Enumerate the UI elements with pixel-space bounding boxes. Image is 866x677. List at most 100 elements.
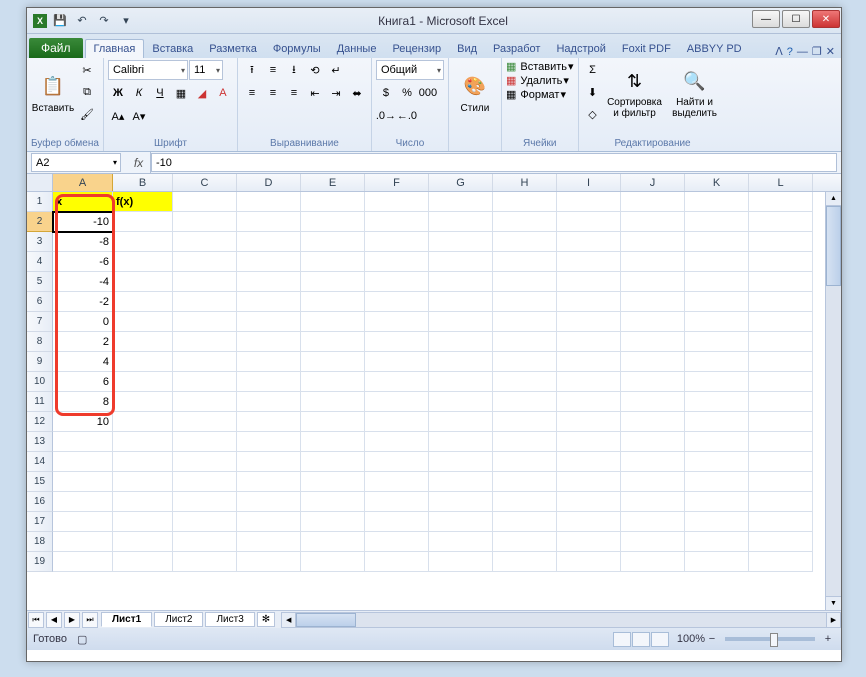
doc-close-icon[interactable]: ✕ — [826, 45, 835, 58]
cell-E6[interactable] — [301, 292, 365, 312]
cell-F4[interactable] — [365, 252, 429, 272]
cell-B14[interactable] — [113, 452, 173, 472]
scroll-left-icon[interactable]: ◀ — [282, 613, 296, 627]
row-header-15[interactable]: 15 — [27, 472, 53, 492]
cell-D9[interactable] — [237, 352, 301, 372]
cell-E7[interactable] — [301, 312, 365, 332]
cell-A15[interactable] — [53, 472, 113, 492]
cell-E15[interactable] — [301, 472, 365, 492]
cell-G5[interactable] — [429, 272, 493, 292]
cell-L17[interactable] — [749, 512, 813, 532]
cell-J14[interactable] — [621, 452, 685, 472]
cell-B18[interactable] — [113, 532, 173, 552]
align-bottom-icon[interactable]: ⭳ — [284, 60, 304, 80]
cell-L9[interactable] — [749, 352, 813, 372]
borders-icon[interactable]: ▦ — [171, 83, 191, 103]
row-header-14[interactable]: 14 — [27, 452, 53, 472]
cell-K2[interactable] — [685, 212, 749, 232]
cell-B13[interactable] — [113, 432, 173, 452]
cell-B9[interactable] — [113, 352, 173, 372]
cell-E16[interactable] — [301, 492, 365, 512]
cell-A16[interactable] — [53, 492, 113, 512]
fx-icon[interactable]: fx — [127, 152, 151, 173]
tab-layout[interactable]: Разметка — [201, 40, 265, 58]
column-header-G[interactable]: G — [429, 174, 493, 191]
cell-C4[interactable] — [173, 252, 237, 272]
cell-G8[interactable] — [429, 332, 493, 352]
cell-L10[interactable] — [749, 372, 813, 392]
cell-E10[interactable] — [301, 372, 365, 392]
cell-A17[interactable] — [53, 512, 113, 532]
cell-A4[interactable]: -6 — [53, 252, 113, 272]
cell-E17[interactable] — [301, 512, 365, 532]
fill-icon[interactable]: ⬇ — [583, 82, 603, 102]
cell-C7[interactable] — [173, 312, 237, 332]
font-size-combo[interactable]: 11 — [189, 60, 223, 80]
cell-J17[interactable] — [621, 512, 685, 532]
cell-E13[interactable] — [301, 432, 365, 452]
cell-A10[interactable]: 6 — [53, 372, 113, 392]
cell-J2[interactable] — [621, 212, 685, 232]
fill-color-icon[interactable]: ◢ — [192, 83, 212, 103]
cell-A19[interactable] — [53, 552, 113, 572]
cell-I13[interactable] — [557, 432, 621, 452]
cell-L7[interactable] — [749, 312, 813, 332]
cell-D18[interactable] — [237, 532, 301, 552]
doc-minimize-icon[interactable]: — — [797, 46, 808, 58]
cell-D10[interactable] — [237, 372, 301, 392]
comma-icon[interactable]: 000 — [418, 83, 438, 103]
cell-H4[interactable] — [493, 252, 557, 272]
cell-A9[interactable]: 4 — [53, 352, 113, 372]
help-icon[interactable]: ? — [787, 46, 793, 58]
cell-K12[interactable] — [685, 412, 749, 432]
row-header-10[interactable]: 10 — [27, 372, 53, 392]
sheet-tab-1[interactable]: Лист1 — [101, 612, 152, 627]
align-center-icon[interactable]: ≡ — [263, 83, 283, 103]
cell-B7[interactable] — [113, 312, 173, 332]
cell-B16[interactable] — [113, 492, 173, 512]
delete-cells-button[interactable]: ▦Удалить ▾ — [506, 74, 574, 87]
number-format-combo[interactable]: Общий — [376, 60, 444, 80]
cell-D1[interactable] — [237, 192, 301, 212]
cell-H19[interactable] — [493, 552, 557, 572]
cell-F13[interactable] — [365, 432, 429, 452]
cell-F3[interactable] — [365, 232, 429, 252]
cell-C12[interactable] — [173, 412, 237, 432]
cell-F16[interactable] — [365, 492, 429, 512]
cell-E4[interactable] — [301, 252, 365, 272]
row-header-6[interactable]: 6 — [27, 292, 53, 312]
cell-D13[interactable] — [237, 432, 301, 452]
increase-decimal-icon[interactable]: .0→ — [376, 106, 396, 126]
scroll-right-icon[interactable]: ▶ — [826, 613, 840, 627]
hscroll-thumb[interactable] — [296, 613, 356, 627]
tab-home[interactable]: Главная — [85, 39, 145, 58]
cell-G10[interactable] — [429, 372, 493, 392]
cell-G9[interactable] — [429, 352, 493, 372]
cell-J4[interactable] — [621, 252, 685, 272]
row-header-11[interactable]: 11 — [27, 392, 53, 412]
cell-H11[interactable] — [493, 392, 557, 412]
maximize-button[interactable]: ☐ — [782, 10, 810, 28]
cell-C18[interactable] — [173, 532, 237, 552]
row-header-18[interactable]: 18 — [27, 532, 53, 552]
cell-K8[interactable] — [685, 332, 749, 352]
cell-A12[interactable]: 10 — [53, 412, 113, 432]
cell-L11[interactable] — [749, 392, 813, 412]
cell-F19[interactable] — [365, 552, 429, 572]
cell-G11[interactable] — [429, 392, 493, 412]
row-header-13[interactable]: 13 — [27, 432, 53, 452]
cell-G15[interactable] — [429, 472, 493, 492]
cell-D19[interactable] — [237, 552, 301, 572]
cell-A7[interactable]: 0 — [53, 312, 113, 332]
cell-B17[interactable] — [113, 512, 173, 532]
cell-D5[interactable] — [237, 272, 301, 292]
redo-icon[interactable]: ↷ — [95, 12, 113, 30]
cell-C5[interactable] — [173, 272, 237, 292]
tab-formulas[interactable]: Формулы — [265, 40, 329, 58]
underline-button[interactable]: Ч — [150, 83, 170, 103]
cell-L19[interactable] — [749, 552, 813, 572]
cell-K18[interactable] — [685, 532, 749, 552]
close-button[interactable]: ✕ — [812, 10, 840, 28]
cell-D3[interactable] — [237, 232, 301, 252]
cell-H8[interactable] — [493, 332, 557, 352]
